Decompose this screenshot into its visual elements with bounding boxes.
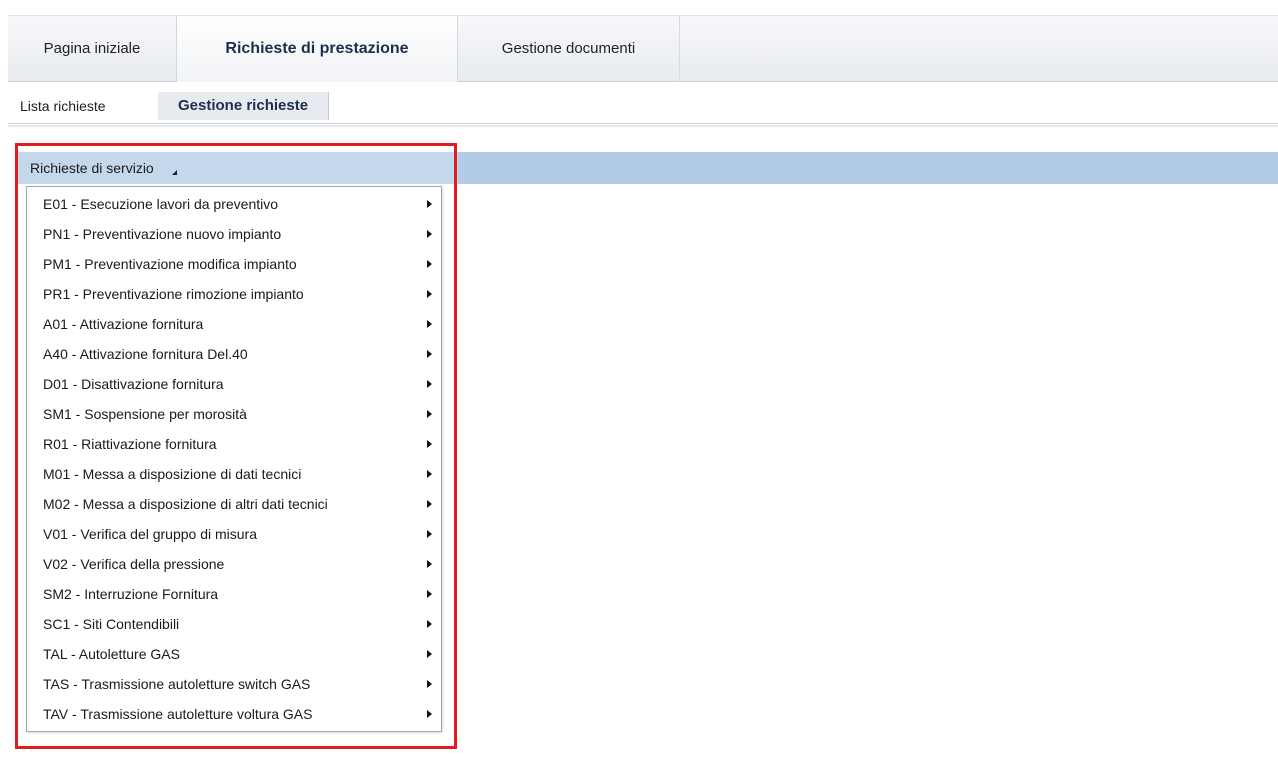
chevron-right-icon [427, 410, 432, 418]
chevron-right-icon [427, 350, 432, 358]
chevron-right-icon [427, 230, 432, 238]
chevron-right-icon [427, 530, 432, 538]
richieste-di-servizio-menu[interactable]: Richieste di servizio [30, 152, 177, 184]
menu-item-v02[interactable]: V02 - Verifica della pressione [27, 549, 441, 579]
menu-item-r01[interactable]: R01 - Riattivazione fornitura [27, 429, 441, 459]
menu-item-pm1[interactable]: PM1 - Preventivazione modifica impianto [27, 249, 441, 279]
menu-item-tav[interactable]: TAV - Trasmissione autoletture voltura G… [27, 699, 441, 729]
menu-item-label: D01 - Disattivazione fornitura [43, 376, 224, 392]
menu-item-label: TAV - Trasmissione autoletture voltura G… [43, 706, 313, 722]
chevron-right-icon [427, 470, 432, 478]
tab-richieste-di-prestazione[interactable]: Richieste di prestazione [176, 16, 458, 84]
chevron-right-icon [427, 710, 432, 718]
menu-item-label: V02 - Verifica della pressione [43, 556, 225, 572]
chevron-right-icon [427, 590, 432, 598]
chevron-right-icon [427, 200, 432, 208]
menu-item-label: SM1 - Sospensione per morosità [43, 406, 247, 422]
chevron-right-icon [427, 500, 432, 508]
menu-trigger-label: Richieste di servizio [30, 160, 154, 176]
menu-item-label: PM1 - Preventivazione modifica impianto [43, 256, 297, 272]
menu-item-e01[interactable]: E01 - Esecuzione lavori da preventivo [27, 189, 441, 219]
menu-item-label: SM2 - Interruzione Fornitura [43, 586, 219, 602]
chevron-right-icon [427, 440, 432, 448]
sub-tab-bar: Lista richieste Gestione richieste [8, 82, 1278, 127]
richieste-dropdown: E01 - Esecuzione lavori da preventivo PN… [26, 186, 442, 732]
chevron-right-icon [427, 650, 432, 658]
tab-gestione-documenti[interactable]: Gestione documenti [458, 16, 680, 82]
tab-pagina-iniziale[interactable]: Pagina iniziale [8, 16, 176, 82]
menu-item-label: PR1 - Preventivazione rimozione impianto [43, 286, 304, 302]
chevron-right-icon [427, 380, 432, 388]
menu-item-label: TAS - Trasmissione autoletture switch GA… [43, 676, 311, 692]
menu-item-pn1[interactable]: PN1 - Preventivazione nuovo impianto [27, 219, 441, 249]
menu-item-a01[interactable]: A01 - Attivazione fornitura [27, 309, 441, 339]
menu-item-m01[interactable]: M01 - Messa a disposizione di dati tecni… [27, 459, 441, 489]
chevron-right-icon [427, 260, 432, 268]
chevron-right-icon [427, 620, 432, 628]
chevron-right-icon [427, 320, 432, 328]
menu-item-label: SC1 - Siti Contendibili [43, 616, 180, 632]
menu-item-label: M01 - Messa a disposizione di dati tecni… [43, 466, 302, 482]
menu-item-label: R01 - Riattivazione fornitura [43, 436, 217, 452]
menu-item-d01[interactable]: D01 - Disattivazione fornitura [27, 369, 441, 399]
menu-item-sm1[interactable]: SM1 - Sospensione per morosità [27, 399, 441, 429]
menu-item-v01[interactable]: V01 - Verifica del gruppo di misura [27, 519, 441, 549]
subtab-lista-richieste[interactable]: Lista richieste [20, 92, 106, 120]
top-tab-bar: Pagina iniziale Richieste di prestazione… [8, 15, 1278, 84]
menu-item-tas[interactable]: TAS - Trasmissione autoletture switch GA… [27, 669, 441, 699]
menu-item-label: PN1 - Preventivazione nuovo impianto [43, 226, 282, 242]
menu-item-label: M02 - Messa a disposizione di altri dati… [43, 496, 328, 512]
menu-item-tal[interactable]: TAL - Autoletture GAS [27, 639, 441, 669]
menu-item-label: V01 - Verifica del gruppo di misura [43, 526, 257, 542]
chevron-right-icon [427, 560, 432, 568]
subtab-gestione-richieste[interactable]: Gestione richieste [158, 92, 330, 120]
chevron-right-icon [427, 680, 432, 688]
menu-item-sc1[interactable]: SC1 - Siti Contendibili [27, 609, 441, 639]
menu-item-m02[interactable]: M02 - Messa a disposizione di altri dati… [27, 489, 441, 519]
menu-item-pr1[interactable]: PR1 - Preventivazione rimozione impianto [27, 279, 441, 309]
caret-down-icon [171, 170, 177, 175]
chevron-right-icon [427, 290, 432, 298]
menu-item-a40[interactable]: A40 - Attivazione fornitura Del.40 [27, 339, 441, 369]
menu-item-label: E01 - Esecuzione lavori da preventivo [43, 196, 279, 212]
menu-item-label: A40 - Attivazione fornitura Del.40 [43, 346, 248, 362]
menu-item-label: A01 - Attivazione fornitura [43, 316, 204, 332]
menu-bar: Richieste di servizio [18, 152, 1278, 184]
menu-item-label: TAL - Autoletture GAS [43, 646, 180, 662]
menu-item-sm2[interactable]: SM2 - Interruzione Fornitura [27, 579, 441, 609]
